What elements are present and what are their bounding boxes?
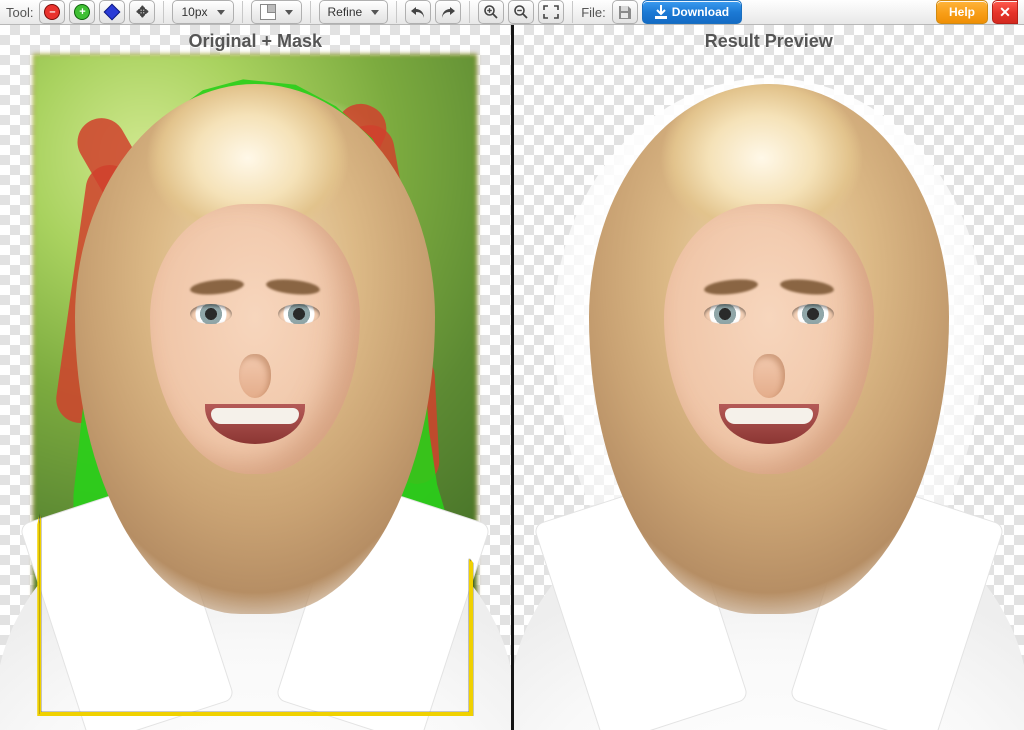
result-canvas-wrap	[514, 54, 1024, 730]
download-icon	[655, 5, 667, 19]
diamond-icon	[105, 5, 119, 19]
teeth	[725, 408, 813, 424]
undo-button[interactable]	[405, 0, 431, 24]
result-canvas[interactable]	[536, 54, 1003, 720]
eyebrow	[779, 277, 834, 297]
portrait-illustration	[519, 84, 1019, 730]
zoom-in-icon	[483, 4, 499, 20]
result-preview-title: Result Preview	[514, 25, 1024, 54]
chevron-down-icon	[371, 10, 379, 15]
separator	[469, 1, 470, 23]
separator	[396, 1, 397, 23]
zoom-out-icon	[513, 4, 529, 20]
original-canvas-wrap	[0, 54, 511, 730]
eye	[704, 304, 746, 324]
redo-button[interactable]	[435, 0, 461, 24]
zoom-fit-button[interactable]	[538, 0, 564, 24]
fit-screen-icon	[543, 5, 559, 19]
eye	[792, 304, 834, 324]
redo-icon	[440, 5, 456, 19]
original-mask-title: Original + Mask	[0, 25, 511, 54]
save-icon	[617, 5, 632, 20]
toolbar: Tool: – + ✥ 10px Refine	[0, 0, 1024, 25]
file-label: File:	[581, 5, 606, 20]
separator	[572, 1, 573, 23]
separator	[310, 1, 311, 23]
brush-size-dropdown[interactable]: 10px	[172, 0, 233, 24]
color-swatch-icon	[260, 4, 276, 20]
zoom-in-button[interactable]	[478, 0, 504, 24]
nose	[753, 354, 785, 398]
separator	[163, 1, 164, 23]
undo-icon	[410, 5, 426, 19]
chevron-down-icon	[217, 10, 225, 15]
save-button[interactable]	[612, 0, 638, 24]
brush-size-value: 10px	[181, 5, 207, 19]
close-icon: ✕	[999, 4, 1011, 21]
refine-label: Refine	[328, 5, 363, 19]
minus-circle-icon: –	[45, 5, 59, 19]
refine-dropdown[interactable]: Refine	[319, 0, 389, 24]
help-label: Help	[949, 5, 975, 19]
background-color-dropdown[interactable]	[251, 0, 302, 24]
tool-remove-button[interactable]: –	[39, 0, 65, 24]
original-mask-panel: Original + Mask	[0, 25, 511, 730]
original-canvas[interactable]	[33, 54, 477, 720]
move-icon: ✥	[136, 3, 149, 21]
eyebrow	[703, 277, 758, 297]
zoom-out-button[interactable]	[508, 0, 534, 24]
close-button[interactable]: ✕	[992, 0, 1018, 24]
separator	[242, 1, 243, 23]
mouth	[719, 404, 819, 444]
download-button[interactable]: Download	[642, 0, 742, 24]
download-label: Download	[672, 5, 729, 19]
chevron-down-icon	[285, 10, 293, 15]
plus-circle-icon: +	[75, 5, 89, 19]
work-area: Original + Mask	[0, 25, 1024, 730]
tool-edge-button[interactable]	[99, 0, 125, 24]
tool-keep-button[interactable]: +	[69, 0, 95, 24]
tool-pan-button[interactable]: ✥	[129, 0, 155, 24]
help-button[interactable]: Help	[936, 0, 988, 24]
result-preview-panel: Result Preview	[514, 25, 1024, 730]
tool-label: Tool:	[6, 5, 33, 20]
